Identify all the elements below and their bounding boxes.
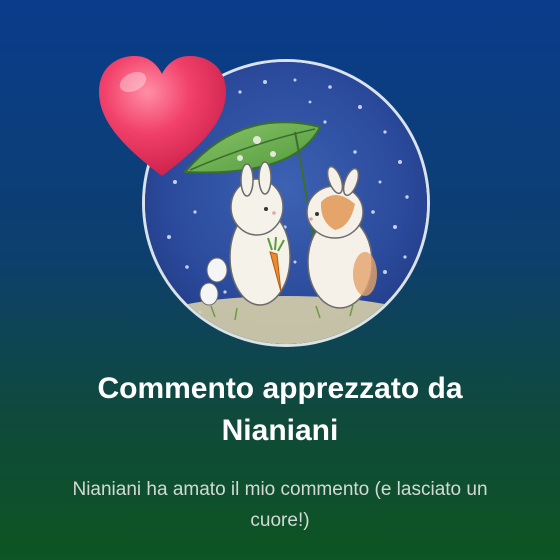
heart-icon [99,56,226,176]
liked-comment-notification[interactable]: Commento apprezzato da Nianiani Nianiani… [0,0,560,560]
notification-title: Commento apprezzato da Nianiani [97,372,463,447]
notification-message: Nianiani ha amato il mio commento (e las… [72,479,488,531]
